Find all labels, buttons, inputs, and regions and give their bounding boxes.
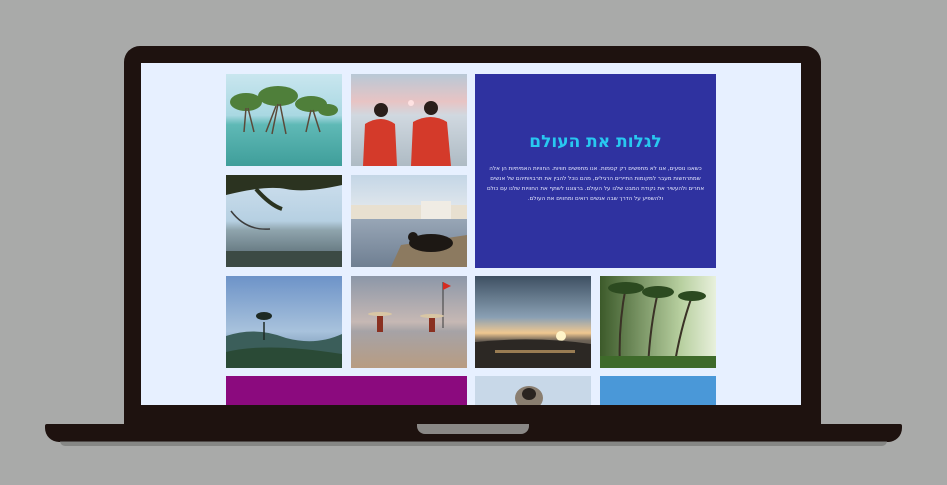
photo-misty-valley-tree[interactable] (226, 276, 342, 368)
photo-cow-by-lake-town[interactable] (351, 175, 467, 267)
photo-mangrove-trees-in-water[interactable] (226, 74, 342, 166)
photo-sunset-over-lake[interactable] (475, 276, 591, 368)
hero-title: לגלות את העולם (529, 132, 662, 152)
photo-hammock-by-the-sea[interactable] (226, 175, 342, 267)
photo-two-women-in-red-saris[interactable] (351, 74, 467, 166)
laptop-screen: לגלות את העולם כשאנו נוסעים, אנו לא מחפש… (141, 63, 801, 405)
photo-blue-sky[interactable] (600, 376, 716, 405)
photo-palm-grove-sunlight[interactable] (600, 276, 716, 368)
hero-body: כשאנו נוסעים, אנו לא מחפשים רק קסמות. אנ… (486, 166, 705, 202)
photo-beach-people-red-flag[interactable] (351, 276, 467, 368)
photo-monkey[interactable] (475, 376, 591, 405)
laptop-base (45, 424, 902, 442)
hero-text-card: לגלות את העולם כשאנו נוסעים, אנו לא מחפש… (475, 74, 716, 268)
magenta-text-card (226, 376, 467, 405)
laptop-notch (417, 424, 529, 434)
laptop-shadow (60, 441, 887, 446)
